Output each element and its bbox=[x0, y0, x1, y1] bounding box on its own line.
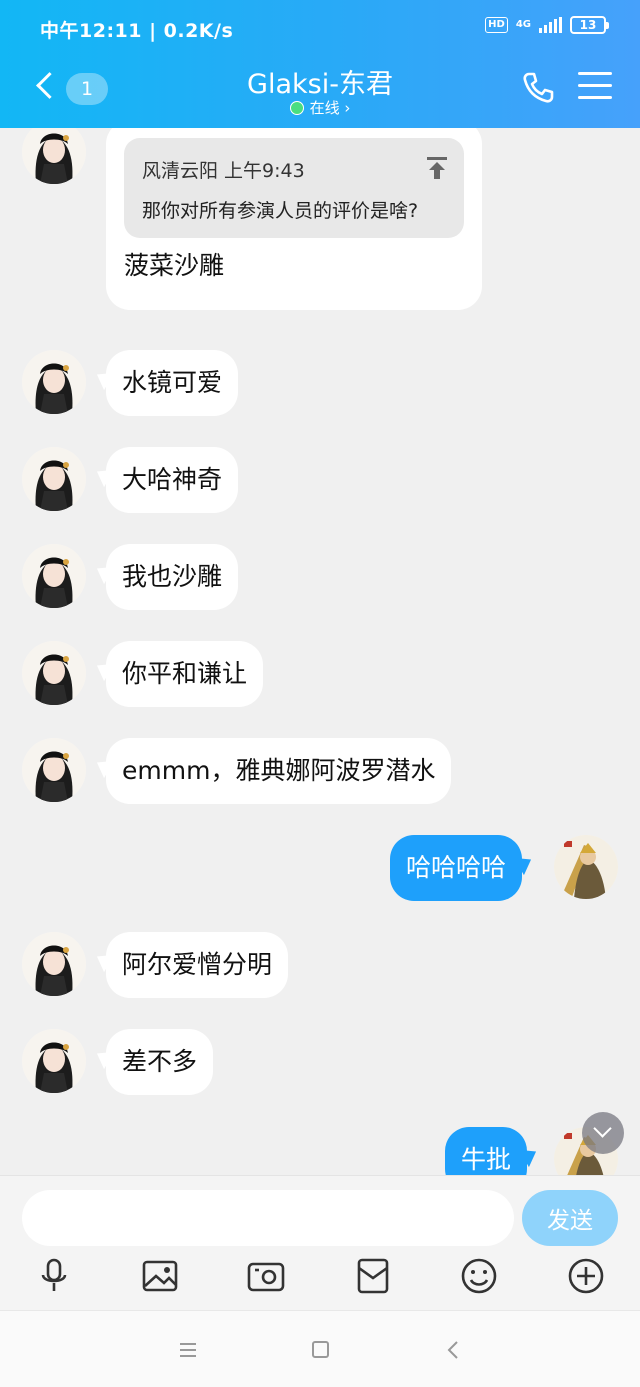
menu-line bbox=[578, 84, 612, 87]
menu-line bbox=[578, 96, 612, 99]
message-input[interactable] bbox=[22, 1190, 514, 1246]
reply-message-bubble[interactable]: 风清云阳 上午9:43 那你对所有参演人员的评价是啥? 菠菜沙雕 bbox=[106, 128, 482, 310]
chat-header: 中午12:11 | 0.2K/s HD 4G 13 1 Glaksi-东君 在线… bbox=[0, 0, 640, 128]
contact-avatar[interactable] bbox=[22, 932, 86, 996]
message-bubble[interactable]: 我也沙雕 bbox=[106, 544, 239, 610]
message-bubble[interactable]: 水镜可爱 bbox=[106, 350, 239, 416]
message-bubble[interactable]: emmm，雅典娜阿波罗潜水 bbox=[106, 738, 452, 804]
plus-icon[interactable] bbox=[566, 1256, 606, 1296]
scroll-to-bottom-button[interactable] bbox=[582, 1112, 624, 1154]
warrior-avatar-icon bbox=[554, 835, 618, 899]
message-row: 风清云阳 上午9:43 那你对所有参演人员的评价是啥? 菠菜沙雕 bbox=[0, 128, 640, 320]
message-row: 大哈神奇 bbox=[0, 447, 640, 513]
send-button[interactable]: 发送 bbox=[522, 1190, 618, 1246]
jump-to-original-icon[interactable] bbox=[426, 156, 448, 180]
anime-girl-avatar-icon bbox=[22, 544, 86, 608]
my-avatar[interactable] bbox=[554, 835, 618, 899]
camera-icon[interactable] bbox=[246, 1256, 286, 1296]
contact-avatar[interactable] bbox=[22, 544, 86, 608]
signal-icon bbox=[539, 17, 562, 33]
back-nav-icon[interactable] bbox=[442, 1339, 466, 1361]
contact-avatar[interactable] bbox=[22, 738, 86, 802]
message-row: 阿尔爱憎分明 bbox=[0, 932, 640, 998]
recent-apps-icon[interactable] bbox=[176, 1339, 200, 1361]
my-message-bubble[interactable]: 牛批 bbox=[445, 1127, 528, 1175]
reply-text: 菠菜沙雕 bbox=[124, 251, 225, 280]
quoted-sender-time: 风清云阳 上午9:43 bbox=[142, 160, 305, 182]
status-time-speed: 中午12:11 | 0.2K/s bbox=[40, 20, 234, 42]
message-list[interactable]: 风清云阳 上午9:43 那你对所有参演人员的评价是啥? 菠菜沙雕 水镜可爱 大哈… bbox=[0, 128, 640, 1175]
menu-line bbox=[578, 72, 612, 75]
menu-button[interactable] bbox=[578, 72, 612, 104]
anime-girl-avatar-icon bbox=[22, 641, 86, 705]
online-dot-icon bbox=[289, 101, 304, 115]
message-row: 我也沙雕 bbox=[0, 544, 640, 610]
anime-girl-avatar-icon bbox=[22, 128, 86, 184]
anime-girl-avatar-icon bbox=[22, 1029, 86, 1093]
emoji-icon[interactable] bbox=[459, 1256, 499, 1296]
home-icon[interactable] bbox=[308, 1339, 332, 1361]
contact-avatar[interactable] bbox=[22, 1029, 86, 1093]
message-row: emmm，雅典娜阿波罗潜水 bbox=[0, 738, 640, 804]
message-row: 哈哈哈哈 bbox=[0, 835, 640, 901]
input-toolbar bbox=[0, 1256, 640, 1302]
message-row: 水镜可爱 bbox=[0, 350, 640, 416]
anime-girl-avatar-icon bbox=[22, 738, 86, 802]
anime-girl-avatar-icon bbox=[22, 350, 86, 414]
my-message-bubble[interactable]: 哈哈哈哈 bbox=[390, 835, 523, 901]
message-row: 你平和谦让 bbox=[0, 641, 640, 707]
anime-girl-avatar-icon bbox=[22, 932, 86, 996]
contact-avatar[interactable] bbox=[22, 447, 86, 511]
quoted-text: 那你对所有参演人员的评价是啥? bbox=[142, 200, 419, 222]
battery-icon: 13 bbox=[570, 16, 609, 34]
message-row: 牛批 bbox=[0, 1127, 640, 1175]
network-type: 4G bbox=[515, 19, 531, 30]
contact-avatar[interactable] bbox=[22, 641, 86, 705]
input-area: 发送 bbox=[0, 1175, 640, 1310]
message-bubble[interactable]: 阿尔爱憎分明 bbox=[106, 932, 289, 998]
system-nav-bar bbox=[0, 1310, 640, 1387]
phone-icon bbox=[523, 72, 554, 103]
anime-girl-avatar-icon bbox=[22, 447, 86, 511]
message-bubble[interactable]: 差不多 bbox=[106, 1029, 214, 1095]
hd-icon: HD bbox=[485, 17, 508, 33]
contact-avatar[interactable] bbox=[22, 128, 86, 184]
quoted-message[interactable]: 风清云阳 上午9:43 那你对所有参演人员的评价是啥? bbox=[124, 138, 464, 238]
message-row: 差不多 bbox=[0, 1029, 640, 1095]
message-bubble[interactable]: 大哈神奇 bbox=[106, 447, 239, 513]
image-icon[interactable] bbox=[140, 1256, 180, 1296]
contact-avatar[interactable] bbox=[22, 350, 86, 414]
microphone-icon[interactable] bbox=[34, 1256, 74, 1296]
status-icons: HD 4G 13 bbox=[485, 16, 609, 34]
phone-call-button[interactable] bbox=[520, 70, 556, 106]
online-status-label: 在线 › bbox=[309, 99, 351, 117]
red-packet-icon[interactable] bbox=[353, 1256, 393, 1296]
message-bubble[interactable]: 你平和谦让 bbox=[106, 641, 264, 707]
